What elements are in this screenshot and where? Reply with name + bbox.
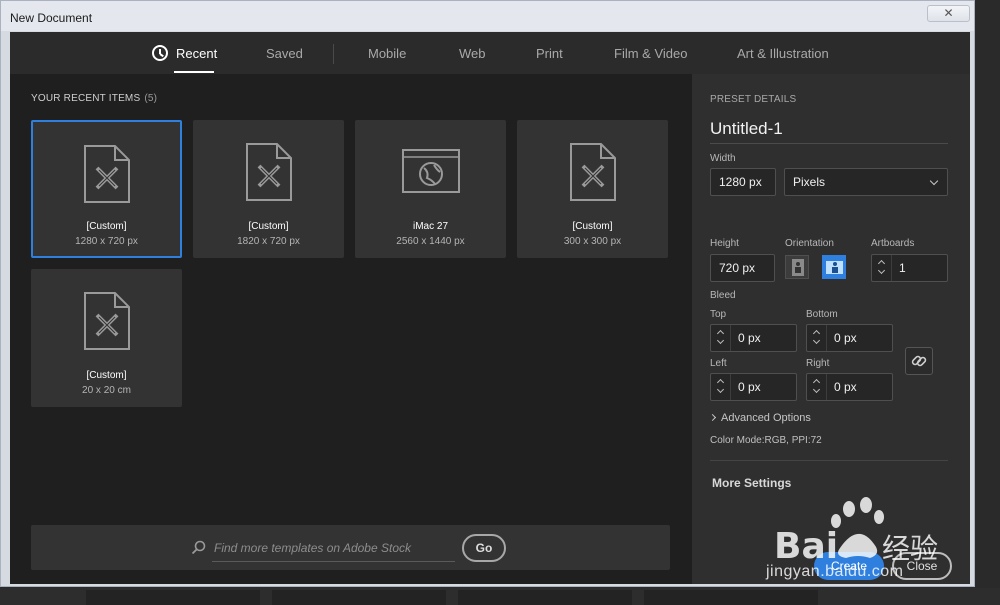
bleed-bottom-value: 0 px [834,331,857,345]
bleed-right-value: 0 px [834,380,857,394]
stepper-arrows[interactable] [807,325,827,351]
go-button[interactable]: Go [462,534,506,562]
stock-search-bar: Find more templates on Adobe Stock Go [31,525,670,570]
height-label: Height [710,238,739,249]
person-icon [832,262,838,273]
recent-item-card[interactable]: [Custom] 1280 x 720 px [31,120,182,258]
tab-recent[interactable]: Recent [176,46,217,61]
window-close-button[interactable]: ✕ [927,5,970,22]
panel-divider [710,460,948,461]
chevron-down-icon [716,336,725,345]
artboards-label: Artboards [871,238,915,249]
document-pencil-icon [569,143,616,201]
stepper-arrows[interactable] [711,325,731,351]
preset-details-heading: PRESET DETAILS [710,94,797,105]
tab-film-video[interactable]: Film & Video [614,46,687,61]
svg-text:Bai: Bai [774,526,838,567]
background-tile [644,590,818,605]
width-field[interactable]: 1280 px [710,168,776,196]
document-pencil-icon [83,292,130,350]
stepper-arrows[interactable] [711,374,731,400]
bleed-bottom-stepper[interactable]: 0 px [806,324,893,352]
title-bar: New Document ✕ [1,1,974,31]
window-title: New Document [10,11,93,25]
chevron-down-icon [812,336,821,345]
bleed-top-label: Top [710,309,727,320]
search-input[interactable]: Find more templates on Adobe Stock [214,541,411,555]
active-tab-underline [174,71,214,73]
clock-icon [152,45,168,61]
document-pencil-icon [245,143,292,201]
portrait-orientation-button[interactable] [785,255,809,279]
bleed-right-stepper[interactable]: 0 px [806,373,893,401]
search-icon [191,540,206,555]
artboards-stepper[interactable]: 1 [871,254,948,282]
width-label: Width [710,153,736,164]
recent-item-size: 20 x 20 cm [82,385,131,396]
link-icon [911,355,927,367]
color-mode-info: Color Mode:RGB, PPI:72 [710,435,822,446]
bleed-top-value: 0 px [738,331,761,345]
artboards-value: 1 [899,261,906,275]
chevron-down-icon [877,266,886,275]
bleed-right-label: Right [806,358,830,369]
recent-item-name: iMac 27 [412,221,448,232]
bleed-bottom-label: Bottom [806,309,838,320]
recent-item-size: 300 x 300 px [563,236,622,247]
stepper-arrows[interactable] [872,255,892,281]
bleed-left-value: 0 px [738,380,761,394]
recent-item-card[interactable]: [Custom] 300 x 300 px [517,120,668,258]
document-name-field[interactable]: Untitled-1 [710,119,783,139]
unit-select-value: Pixels [793,175,826,189]
tab-saved[interactable]: Saved [266,46,303,61]
chevron-right-icon [708,413,717,422]
recent-item-name: [Custom] [86,221,127,232]
bleed-top-stepper[interactable]: 0 px [710,324,797,352]
watermark-url: jingyan.baidu.com [766,563,904,580]
advanced-options-toggle[interactable]: Advanced Options [708,412,811,424]
chevron-down-icon [929,176,939,186]
recent-item-name: [Custom] [572,221,613,232]
bleed-label: Bleed [710,290,736,301]
more-settings-button[interactable]: More Settings [712,476,791,490]
recent-item-size: 1280 x 720 px [75,236,138,247]
chevron-down-icon [716,385,725,394]
recent-items-title: YOUR RECENT ITEMS [31,93,141,104]
recent-item-name: [Custom] [86,370,127,381]
tab-mobile[interactable]: Mobile [368,46,406,61]
stepper-arrows[interactable] [807,374,827,400]
tab-art-illustration[interactable]: Art & Illustration [737,46,829,61]
background-tile [272,590,446,605]
recent-item-name: [Custom] [248,221,289,232]
chevron-down-icon [812,385,821,394]
link-bleed-button[interactable] [905,347,933,375]
document-name-underline [710,143,948,144]
recent-item-card[interactable]: iMac 27 2560 x 1440 px [355,120,506,258]
orientation-label: Orientation [785,238,834,249]
category-tabs: Recent Saved Mobile Web Print Film & Vid… [10,32,970,74]
advanced-options-label: Advanced Options [721,412,811,424]
height-field[interactable]: 720 px [710,254,775,282]
recent-items-header: YOUR RECENT ITEMS (5) [31,93,157,104]
document-pencil-icon [83,145,130,203]
unit-select[interactable]: Pixels [784,168,948,196]
recent-item-size: 1820 x 720 px [237,236,300,247]
recent-item-card[interactable]: [Custom] 20 x 20 cm [31,269,182,407]
background-tile [458,590,632,605]
recent-item-card[interactable]: [Custom] 1820 x 720 px [193,120,344,258]
tab-print[interactable]: Print [536,46,563,61]
background-strip [0,588,1000,605]
svg-text:经验: 经验 [882,532,938,565]
background-tile [86,590,260,605]
search-underline [212,561,455,562]
tab-web[interactable]: Web [459,46,486,61]
landscape-orientation-button[interactable] [822,255,846,279]
tab-divider [333,44,334,64]
browser-globe-icon [401,149,460,193]
bleed-left-label: Left [710,358,727,369]
recent-items-count: (5) [144,93,158,104]
person-icon [795,262,801,273]
recent-item-size: 2560 x 1440 px [396,236,465,247]
bleed-left-stepper[interactable]: 0 px [710,373,797,401]
